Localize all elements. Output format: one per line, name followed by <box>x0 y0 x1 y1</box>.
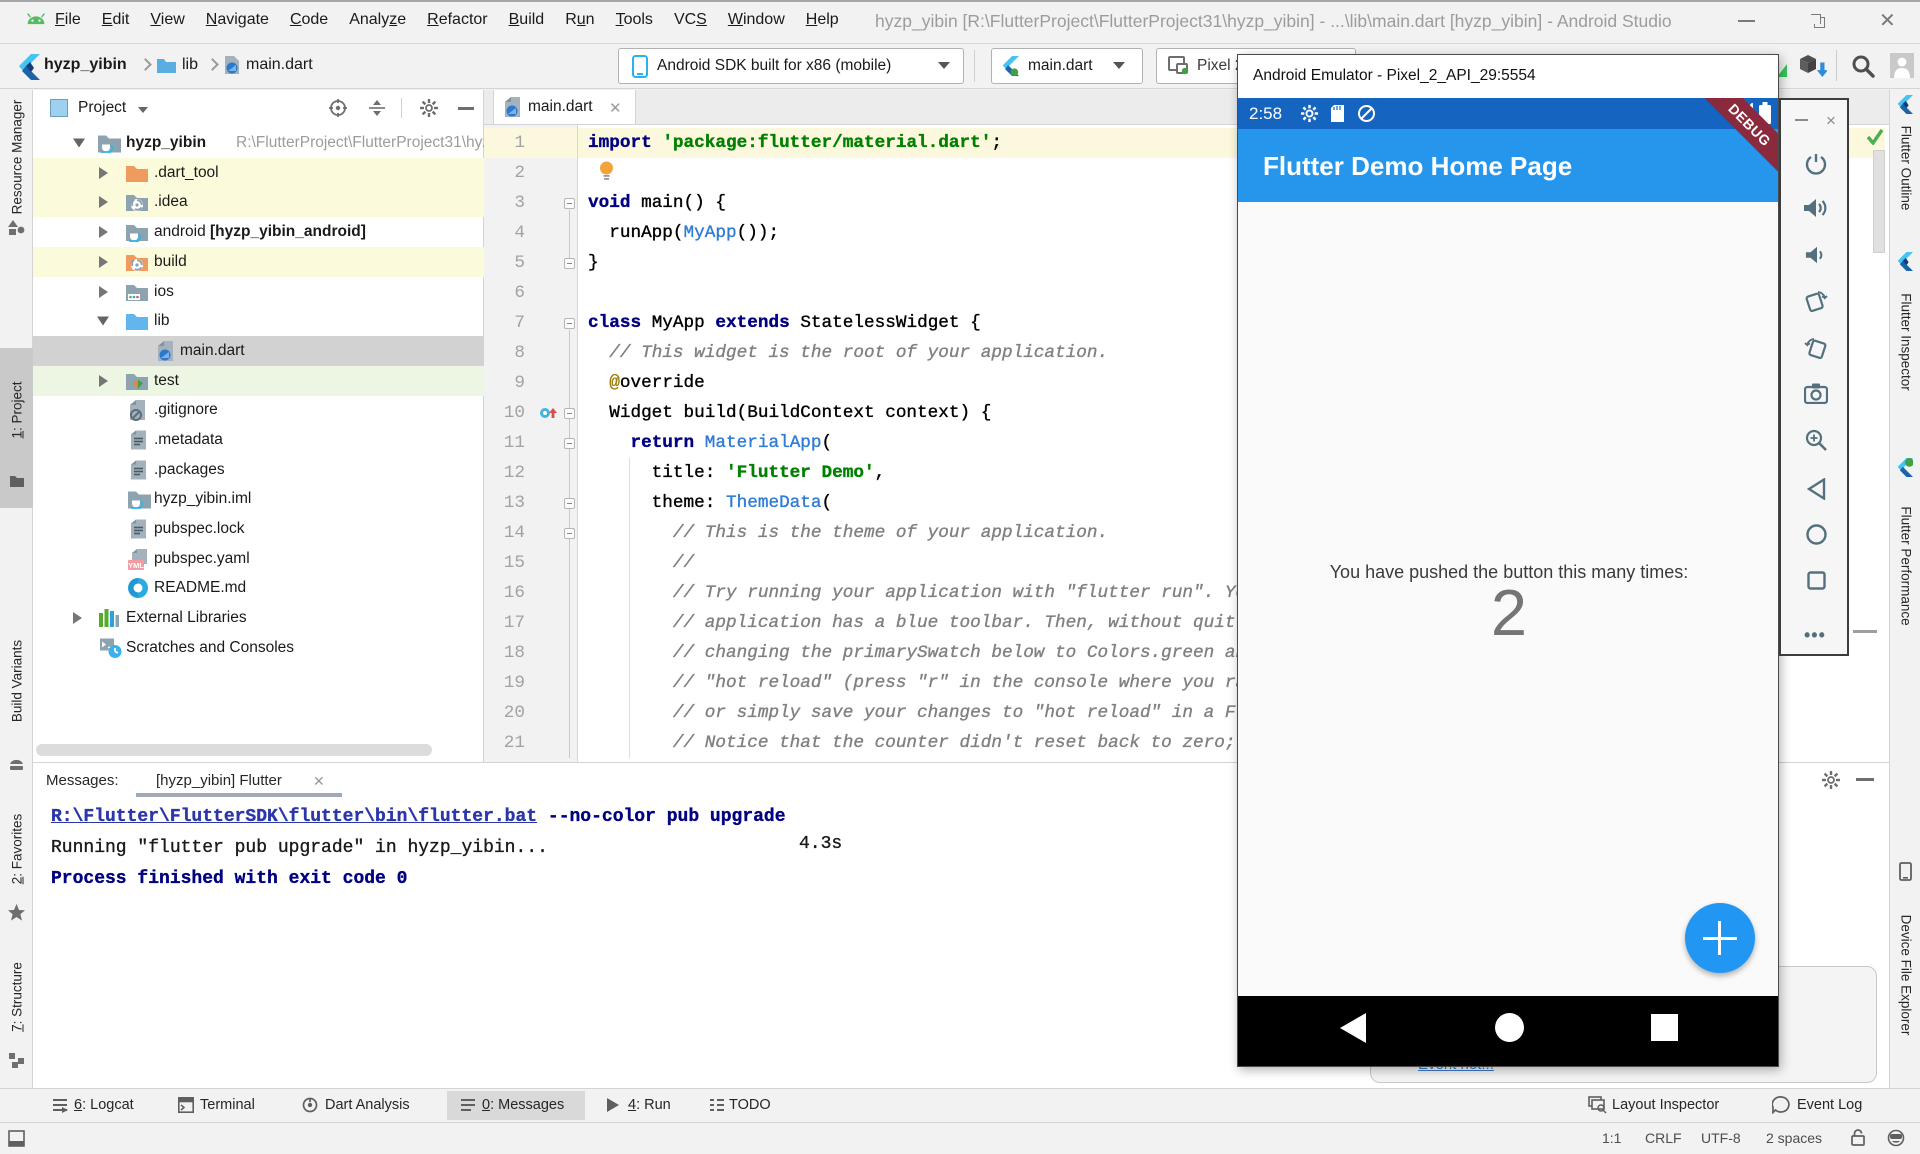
svg-text:YML: YML <box>128 561 144 570</box>
